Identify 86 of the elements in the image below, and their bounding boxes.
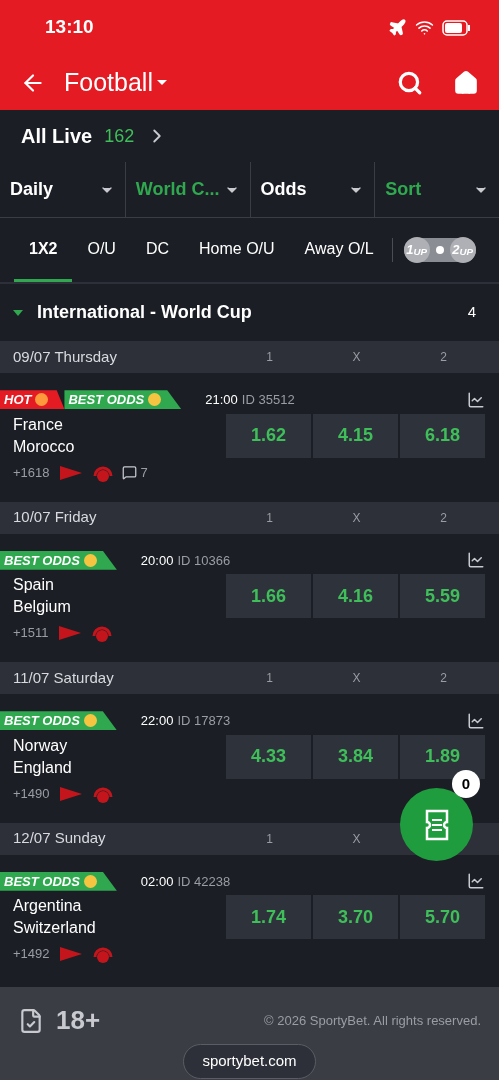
match-id: ID 35512	[241, 391, 296, 409]
odds-button[interactable]: 3.84	[313, 734, 398, 779]
stats-icon[interactable]	[467, 390, 485, 409]
league-count: 4	[467, 302, 476, 323]
sport-dropdown[interactable]: Football	[64, 63, 167, 102]
odds-column-label: 1	[265, 830, 274, 848]
odds-button[interactable]: 4.33	[226, 734, 311, 779]
odds-button[interactable]: 1.74	[226, 895, 311, 939]
market-tab[interactable]: DC	[130, 218, 185, 282]
odds-column-label: X	[351, 830, 362, 848]
market-tab[interactable]: Away O/L	[289, 218, 389, 282]
one-up-label: 1$_{UP}$	[403, 237, 430, 263]
hot-badge: HOT	[0, 390, 65, 410]
home-team: Norway	[13, 735, 69, 756]
market-tab[interactable]: O/U	[72, 218, 131, 282]
filter-dropdown[interactable]: Odds	[249, 162, 375, 217]
away-team: Morocco	[13, 436, 76, 457]
comment-icon	[121, 465, 137, 480]
best-odds-badge: BEST ODDS	[0, 550, 117, 570]
match-time: 02:00	[140, 872, 174, 891]
market-tab[interactable]: Home O/U	[184, 218, 290, 282]
comment-count: 7	[140, 463, 148, 482]
ticket-icon	[423, 808, 450, 841]
odds-button[interactable]: 5.59	[400, 574, 485, 618]
filter-dropdown[interactable]: Sort	[374, 162, 499, 217]
copyright-text: © 2026 SportyBet. All rights reserved.	[264, 1011, 481, 1030]
stats-icon[interactable]	[467, 551, 485, 570]
match-time: 20:00	[140, 551, 174, 570]
market-count[interactable]: +1492	[13, 944, 50, 964]
odds-button[interactable]: 1.66	[226, 574, 311, 618]
match-id: ID 10366	[177, 551, 232, 570]
odds-column-label: 1	[265, 509, 274, 527]
odds-button[interactable]: 1.62	[226, 413, 311, 458]
odds-column-label: 1	[265, 670, 274, 687]
age-restriction: 18+	[56, 1004, 101, 1037]
all-live-title[interactable]: All Live	[21, 121, 93, 151]
odds-button[interactable]: 3.70	[313, 895, 398, 939]
date-label: 10/07 Friday	[12, 507, 98, 528]
date-label: 11/07 Saturday	[12, 667, 115, 688]
two-up-label: 2$_{UP}$	[449, 237, 476, 263]
stats-icon[interactable]	[467, 711, 485, 730]
match-time: 22:00	[140, 712, 174, 730]
odds-column-label: X	[351, 509, 362, 527]
caret-icon[interactable]	[13, 309, 23, 316]
home-team: Spain	[13, 575, 55, 595]
match-id: ID 42238	[177, 872, 232, 891]
filter-dropdown[interactable]: World C...	[124, 162, 250, 217]
away-team: Switzerland	[13, 918, 97, 938]
home-icon[interactable]	[453, 69, 479, 96]
match-time: 21:00	[205, 391, 238, 409]
airplane-icon	[388, 18, 407, 37]
odds-column-label: 1	[265, 349, 274, 366]
home-team: Argentina	[13, 896, 83, 916]
odds-column-label: 2	[439, 509, 448, 527]
site-link[interactable]: sportybet.com	[183, 1044, 316, 1079]
battery-icon	[442, 19, 470, 36]
odds-button[interactable]: 5.70	[400, 895, 485, 939]
odds-button[interactable]: 6.18	[400, 413, 485, 458]
date-label: 09/07 Thursday	[12, 346, 118, 367]
status-time: 13:10	[45, 15, 94, 40]
best-odds-badge: BEST ODDS	[64, 390, 182, 410]
best-odds-badge: BEST ODDS	[0, 871, 117, 891]
odds-button[interactable]: 1.89	[400, 734, 485, 779]
stats-icon[interactable]	[467, 872, 485, 891]
document-check-icon[interactable]	[18, 1007, 44, 1034]
market-count[interactable]: +1511	[13, 623, 49, 643]
filter-dropdown[interactable]: Daily	[0, 162, 125, 217]
odds-column-label: 2	[439, 349, 448, 366]
market-count[interactable]: +1490	[13, 783, 50, 804]
away-team: Belgium	[13, 597, 72, 617]
live-count: 162	[104, 124, 135, 148]
odds-button[interactable]: 4.15	[313, 413, 398, 458]
home-team: France	[13, 414, 64, 435]
market-count[interactable]: +1618	[13, 462, 50, 483]
odds-column-label: 2	[439, 670, 448, 687]
odds-button[interactable]: 4.16	[313, 574, 398, 618]
odds-column-label: X	[351, 349, 362, 366]
date-label: 12/07 Sunday	[12, 828, 107, 849]
wifi-icon	[415, 18, 434, 37]
best-odds-badge: BEST ODDS	[0, 711, 117, 731]
away-team: England	[13, 757, 73, 778]
odds-column-label: X	[351, 670, 362, 687]
market-tab[interactable]: 1X2	[14, 218, 73, 282]
match-id: ID 17873	[177, 712, 232, 730]
league-title[interactable]: International - World Cup	[37, 299, 252, 326]
search-icon[interactable]	[397, 69, 423, 96]
